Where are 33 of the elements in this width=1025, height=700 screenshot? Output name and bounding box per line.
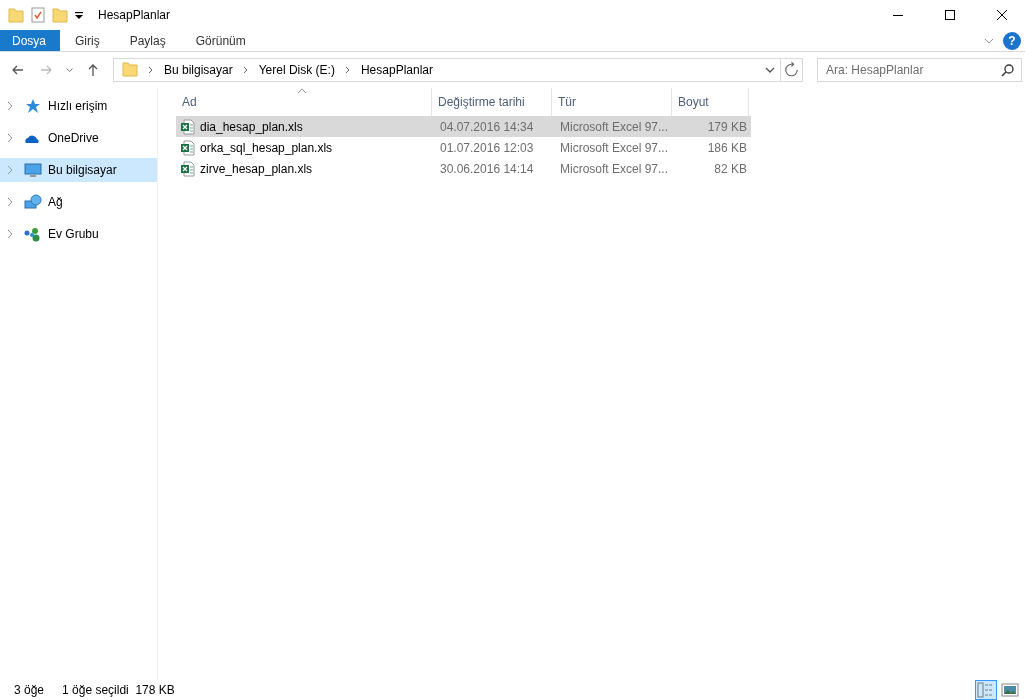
window-title: HesapPlanlar (98, 7, 171, 24)
ribbon-tab[interactable]: Paylaş (114, 30, 181, 51)
modified-date: 04.07.2016 14:34 (439, 118, 535, 136)
file-type: Microsoft Excel 97... (559, 118, 670, 136)
file-size: 186 KB (706, 139, 748, 157)
file-row[interactable]: zirve_hesap_plan.xls 30.06.2016 14:14 Microsoft Excel 97... 82 KB (176, 158, 751, 179)
selection-info: 1 öğe seçildi 178 KB (62, 682, 175, 699)
item-count: 3 öğe (14, 682, 45, 699)
sidebar-item[interactable]: Hızlı erişim (0, 94, 157, 118)
file-row[interactable]: dia_hesap_plan.xls 04.07.2016 14:34 Microsoft Excel 97... 179 KB (176, 116, 751, 137)
modified-date: 01.07.2016 12:03 (439, 139, 535, 157)
file-name: orka_sql_hesap_plan.xls (200, 139, 333, 157)
file-size: 179 KB (706, 118, 748, 136)
file-size: 82 KB (713, 160, 748, 178)
modified-date: 30.06.2016 14:14 (439, 160, 535, 178)
search-field[interactable]: Ara: HesapPlanlar (817, 58, 1022, 82)
file-type: Microsoft Excel 97... (559, 160, 670, 178)
address-bar[interactable]: Bu bilgisayar Yerel Disk (E:) HesapPlanlar (113, 58, 803, 82)
file-name: dia_hesap_plan.xls (200, 118, 303, 136)
sidebar-item[interactable]: Ağ (0, 190, 157, 214)
file-row[interactable]: orka_sql_hesap_plan.xls 01.07.2016 12:03 Microsoft Excel 97... 186 KB (176, 137, 751, 158)
file-name: zirve_hesap_plan.xls (200, 160, 313, 178)
file-type: Microsoft Excel 97... (559, 139, 670, 157)
ribbon-tab[interactable]: Görünüm (180, 30, 261, 51)
sidebar-item[interactable]: Ev Grubu (0, 222, 157, 246)
breadcrumb-link[interactable]: HesapPlanlar (360, 61, 433, 79)
sidebar-item[interactable]: Bu bilgisayar (0, 158, 157, 182)
ribbon-tab[interactable]: Dosya (0, 30, 60, 51)
sidebar-item[interactable]: OneDrive (0, 126, 157, 150)
help-button[interactable]: ? (1003, 32, 1021, 50)
ribbon-tab[interactable]: Giriş (60, 30, 115, 51)
breadcrumb-link[interactable]: Bu bilgisayar (164, 61, 233, 79)
breadcrumb-link[interactable]: Yerel Disk (E:) (258, 61, 335, 79)
